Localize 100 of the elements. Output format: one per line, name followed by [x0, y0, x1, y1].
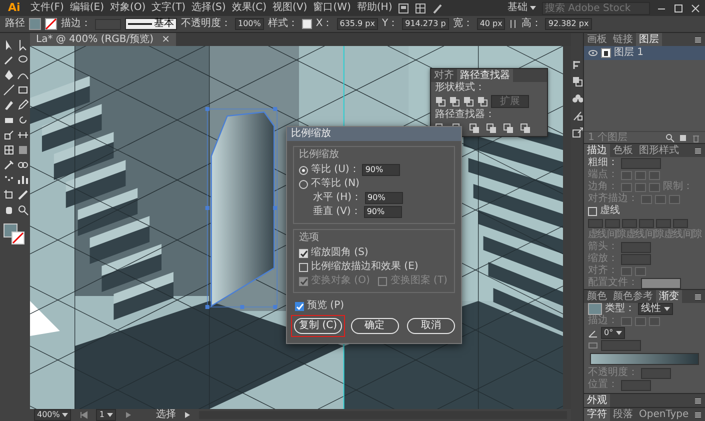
- menu-icon[interactable]: [694, 36, 702, 44]
- panel-tab[interactable]: 图层: [636, 33, 662, 46]
- dialog-button[interactable]: 确定: [350, 318, 398, 334]
- panel-tab[interactable]: 外观: [584, 394, 610, 407]
- blend-icon[interactable]: [17, 159, 29, 171]
- panel-tab[interactable]: 字符: [584, 408, 610, 421]
- overlapping-squares-icon[interactable]: [435, 96, 446, 107]
- close-icon[interactable]: [690, 2, 701, 14]
- scale-icon[interactable]: [3, 129, 15, 141]
- caret-icon[interactable]: [616, 330, 622, 336]
- overlapping-squares-icon[interactable]: [449, 96, 460, 107]
- menu-item[interactable]: 窗口(W): [313, 2, 351, 14]
- selected-shape[interactable]: [205, 107, 278, 309]
- overlapping-squares-icon[interactable]: [486, 123, 497, 134]
- panel-tab[interactable]: 对齐: [431, 69, 457, 82]
- radio-button[interactable]: [299, 180, 308, 188]
- panel-tab[interactable]: 链接: [610, 33, 636, 46]
- page-field[interactable]: 1: [96, 409, 116, 421]
- dialog-button[interactable]: 取消: [407, 318, 455, 334]
- document-icon[interactable]: [398, 2, 410, 14]
- input-field[interactable]: 90%: [364, 192, 403, 204]
- overlapping-squares-icon[interactable]: [572, 76, 582, 87]
- menu-icon[interactable]: [694, 292, 702, 300]
- dash-field[interactable]: [656, 218, 671, 228]
- stroke-swatch[interactable]: [45, 18, 57, 30]
- dash-field[interactable]: [605, 218, 620, 228]
- link-icon[interactable]: [509, 19, 518, 29]
- checkbox[interactable]: [295, 302, 304, 310]
- bars-icon[interactable]: [572, 59, 582, 70]
- menu-icon[interactable]: [694, 410, 702, 418]
- scale-field[interactable]: [621, 254, 651, 264]
- location-field[interactable]: [621, 380, 651, 390]
- play-icon[interactable]: [184, 411, 191, 419]
- panel-tab[interactable]: 图形样式: [636, 144, 682, 157]
- opacity-field[interactable]: [641, 368, 671, 378]
- caret-icon[interactable]: [530, 5, 536, 11]
- rotate-icon[interactable]: [17, 114, 29, 126]
- new-layer-icon[interactable]: [678, 132, 688, 142]
- club-icon[interactable]: [572, 93, 582, 104]
- width-field[interactable]: 40 px: [476, 18, 506, 30]
- fill-stroke-swatches[interactable]: [3, 223, 25, 245]
- chart-icon[interactable]: [17, 174, 29, 186]
- overlapping-squares-icon[interactable]: [477, 96, 488, 107]
- panel-tab[interactable]: OpenType: [636, 408, 692, 421]
- overlapping-squares-icon[interactable]: [469, 123, 480, 134]
- aspect-ratio-field[interactable]: [601, 340, 641, 350]
- dash-field[interactable]: [588, 218, 603, 228]
- export-icon[interactable]: [572, 127, 582, 138]
- input-field[interactable]: 90%: [362, 164, 400, 176]
- profile-dropdown[interactable]: [641, 278, 681, 288]
- overlapping-squares-icon[interactable]: [463, 96, 474, 107]
- opacity-field[interactable]: 100%: [235, 18, 264, 30]
- rectangle-icon[interactable]: [17, 84, 29, 96]
- pencil-icon[interactable]: [17, 99, 29, 111]
- panel-tab[interactable]: 路径查找器: [457, 69, 513, 82]
- search-icon[interactable]: [665, 132, 675, 142]
- stroke-profile-dropdown[interactable]: 基本: [125, 18, 177, 30]
- pen-icon[interactable]: [3, 69, 15, 81]
- panel-tab[interactable]: 颜色: [584, 290, 610, 303]
- panel-tab[interactable]: 色板: [610, 144, 636, 157]
- mesh-icon[interactable]: [3, 144, 15, 156]
- menu-item[interactable]: 选择(S): [192, 2, 226, 14]
- artboard-icon[interactable]: [3, 189, 15, 201]
- dash-field[interactable]: [639, 218, 654, 228]
- workspace-dropdown[interactable]: 基础: [508, 2, 536, 14]
- menu-item[interactable]: 视图(V): [272, 2, 308, 14]
- overlapping-squares-icon[interactable]: [520, 123, 531, 134]
- menu-item[interactable]: 对象(O): [110, 2, 146, 14]
- caret-icon[interactable]: [62, 412, 68, 418]
- menu-icon[interactable]: [694, 146, 702, 154]
- gradient-type-dropdown[interactable]: 线性: [638, 303, 672, 315]
- angle-icon[interactable]: [588, 328, 598, 338]
- menu-item[interactable]: 编辑(E): [70, 2, 104, 14]
- panel-tab[interactable]: 段落: [610, 408, 636, 421]
- menu-icon[interactable]: [694, 396, 702, 404]
- height-field[interactable]: 92.382 px: [545, 18, 592, 30]
- zoom-icon[interactable]: [17, 204, 29, 216]
- angle-field[interactable]: 0°: [601, 327, 625, 339]
- zoom-field[interactable]: 400%: [34, 409, 72, 421]
- search-field[interactable]: 搜索 Adobe Stock: [542, 2, 650, 14]
- dash-field[interactable]: [622, 218, 637, 228]
- tab-close-button[interactable]: ×: [162, 34, 170, 46]
- dash-field[interactable]: [673, 218, 688, 228]
- menu-item[interactable]: 文字(T): [152, 2, 186, 14]
- layer-row[interactable]: 图层 1: [584, 46, 705, 60]
- caret-icon[interactable]: [664, 306, 670, 312]
- input-field[interactable]: 90%: [364, 206, 402, 218]
- fill-swatch[interactable]: [29, 18, 41, 30]
- line-icon[interactable]: [3, 84, 15, 96]
- panel-tab[interactable]: 颜色参考: [610, 290, 656, 303]
- menu-item[interactable]: 效果(C): [232, 2, 267, 14]
- maximize-icon[interactable]: [673, 2, 684, 14]
- next-page-icon[interactable]: [124, 411, 133, 419]
- overlapping-squares-icon[interactable]: [503, 123, 514, 134]
- menu-item[interactable]: 帮助(H): [356, 2, 392, 14]
- x-field[interactable]: 635.9 px: [336, 18, 378, 30]
- panel-tab[interactable]: 渐变: [656, 290, 682, 303]
- dialog-button[interactable]: 复制 (C): [294, 318, 342, 334]
- stroke-weight-field[interactable]: [621, 158, 661, 168]
- radio-button[interactable]: [299, 166, 308, 174]
